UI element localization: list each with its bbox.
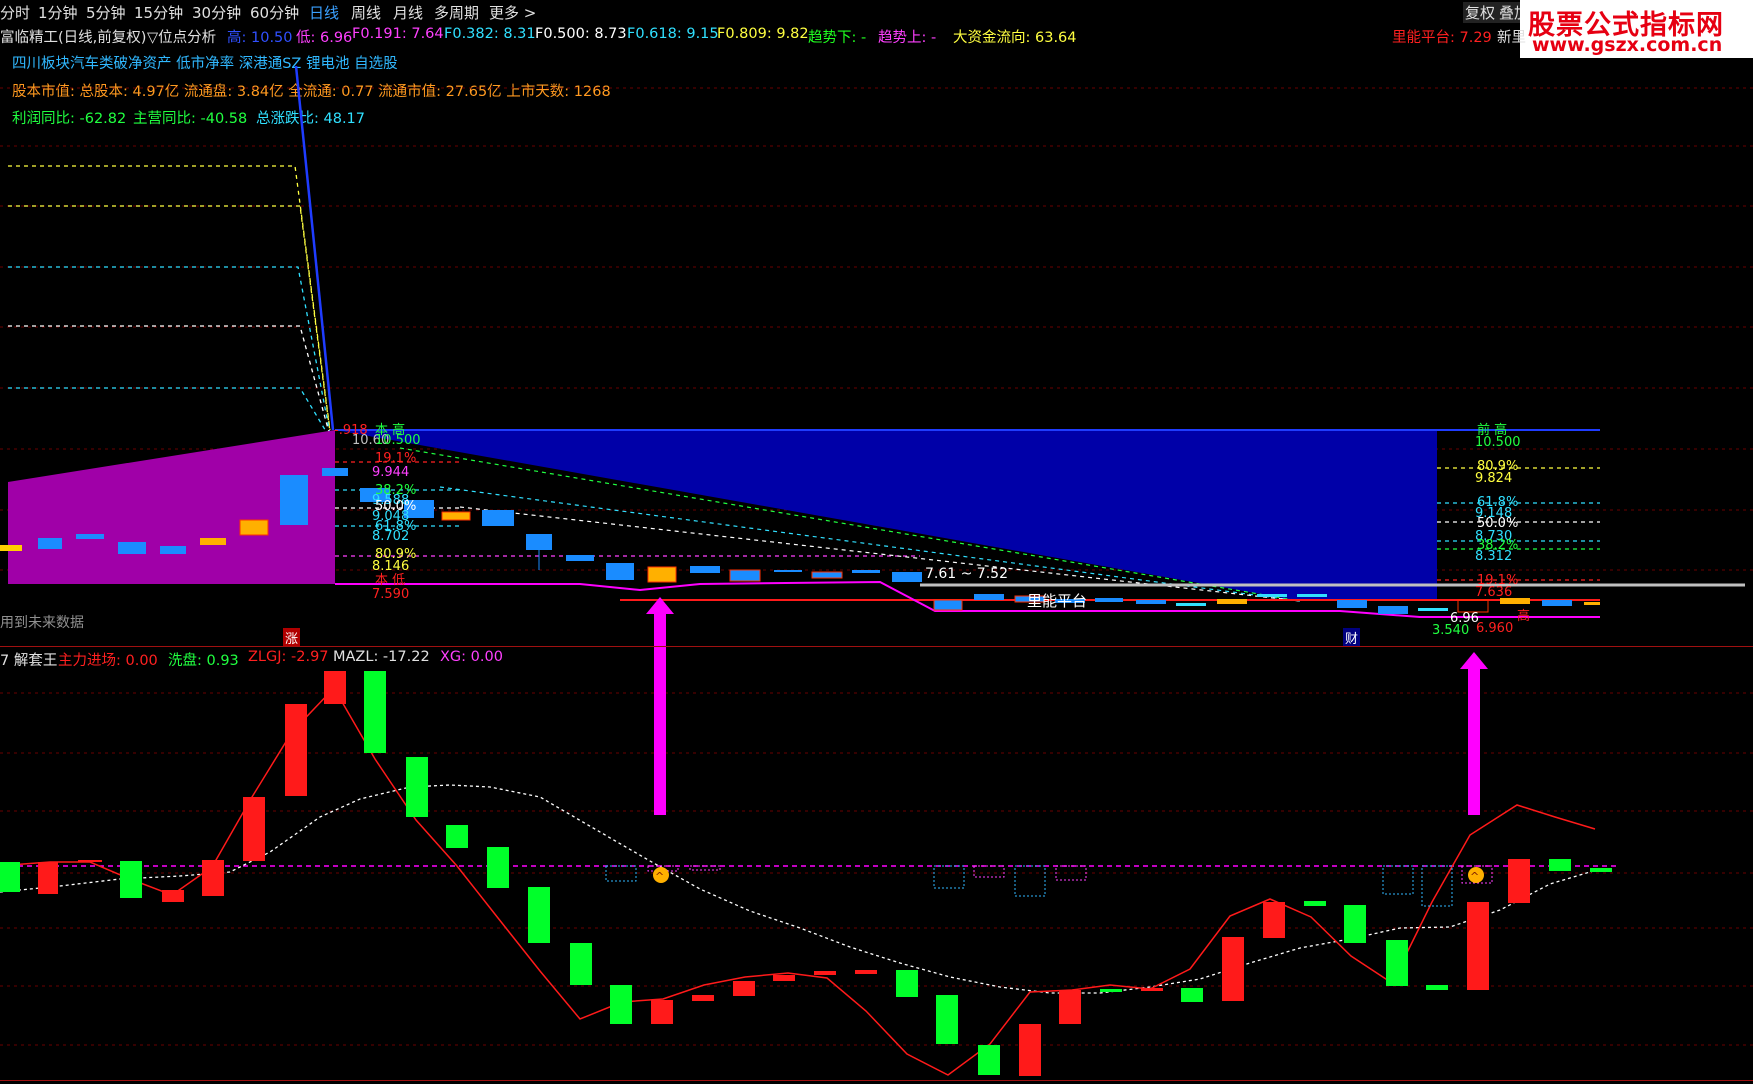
right-low-price: 6.960 — [1476, 621, 1513, 636]
ben-di-label: 本 低 — [375, 573, 405, 588]
zhang-marker[interactable]: 涨 — [283, 628, 301, 647]
cai-marker[interactable]: 财 — [1343, 628, 1361, 647]
fib-val-8702: 8.702 — [372, 529, 409, 544]
trend-line — [294, 65, 335, 431]
top-price: 10.500 — [375, 433, 421, 448]
svg-text:^: ^ — [1470, 870, 1479, 883]
right-val-7636: 7.636 — [1475, 585, 1512, 600]
right-fib809-val: 9.824 — [1475, 471, 1512, 486]
signal-icons: ^ ^ — [653, 867, 1484, 883]
svg-text:^: ^ — [655, 870, 664, 883]
right-top-price: 10.500 — [1475, 435, 1521, 450]
indicator-buy-arrows — [654, 647, 1488, 815]
price-chart: -.918 本 高 10.60 10.500 19.1% 9.944 38.2%… — [0, 65, 1753, 646]
fib809-val: 8.146 — [372, 559, 409, 574]
bottom-divider — [0, 1080, 1753, 1081]
platform-label: 里能平台 — [1027, 592, 1087, 610]
fib191-val: 9.944 — [372, 465, 409, 480]
fib191-pct: 19.1% — [375, 451, 416, 466]
right-val-8312: 8.312 — [1475, 549, 1512, 564]
future-data-note: 用到未来数据 — [0, 615, 84, 631]
right-low-marker: 高 — [1517, 608, 1530, 624]
low-price: 7.590 — [372, 587, 409, 602]
range-label: 7.61 ~ 7.52 — [925, 566, 1008, 582]
right-val-3540: 3.540 — [1432, 623, 1469, 638]
indicator-chart: ^ ^ — [0, 647, 1753, 1076]
